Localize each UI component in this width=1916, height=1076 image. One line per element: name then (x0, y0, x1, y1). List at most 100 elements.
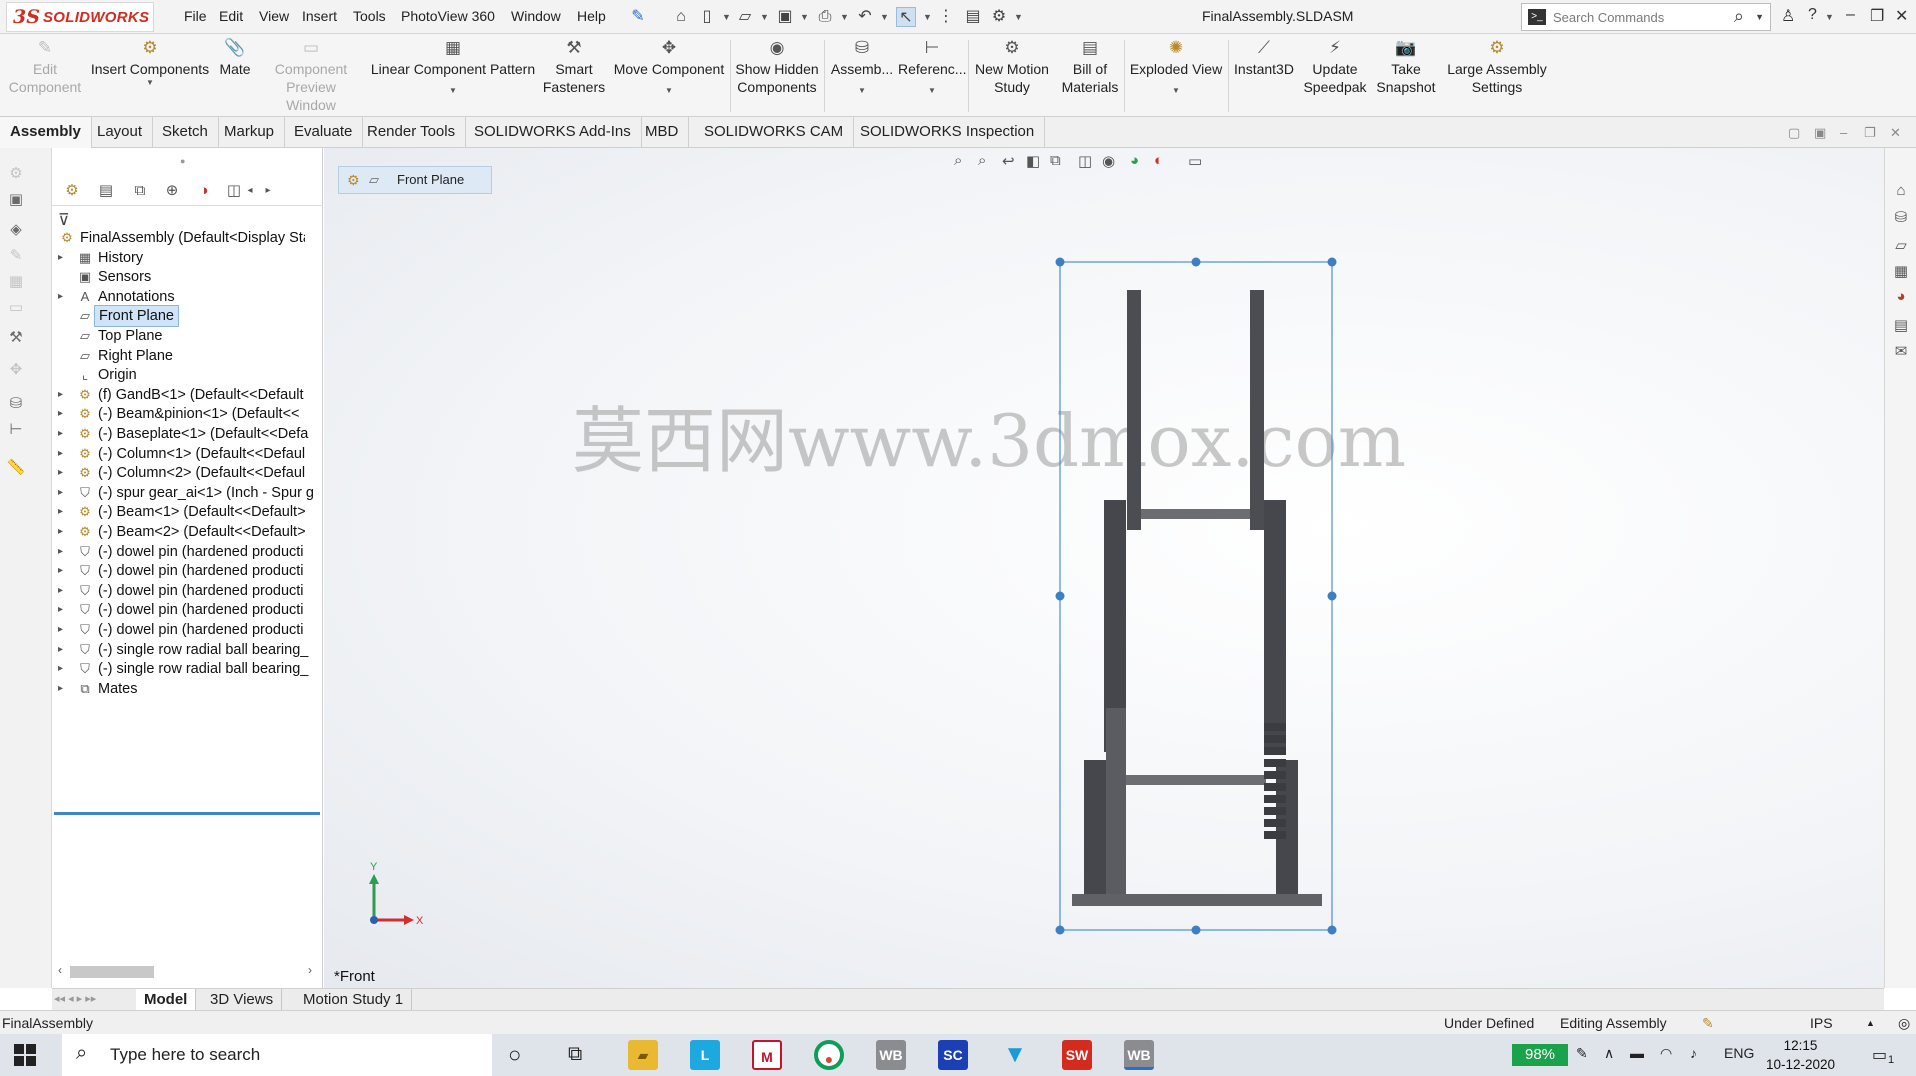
assembly-feature-icon[interactable]: ⛁ (6, 394, 26, 414)
options-gear-icon[interactable]: ⚙ (989, 7, 1009, 27)
splitter-handle[interactable]: ● (180, 156, 185, 166)
take-snapshot-button[interactable]: 📷 Take Snapshot (1374, 38, 1438, 96)
chrome-icon[interactable]: ● (814, 1040, 844, 1070)
notifications-icon[interactable]: ▭ (1872, 1045, 1887, 1065)
save-icon[interactable]: ▣ (775, 7, 795, 27)
tooltip-icon[interactable]: ◎ (1898, 1011, 1910, 1035)
doc-restore-icon[interactable]: ❐ (1864, 125, 1876, 141)
open-folder-icon[interactable]: ▱ (735, 7, 755, 27)
tab-sketch[interactable]: Sketch (152, 117, 219, 148)
chevron-down-icon[interactable]: ▼ (612, 86, 726, 96)
taskbar-search[interactable]: ⌕ Type here to search (62, 1034, 492, 1076)
assembly-features-button[interactable]: ⛁ Assemb... ▼ (828, 38, 896, 96)
spaceclaim-app-icon[interactable]: SC (938, 1040, 968, 1070)
chevron-down-icon[interactable]: ▼ (1825, 12, 1834, 22)
tab-3d-views[interactable]: 3D Views (202, 989, 283, 1011)
battery-icon[interactable]: ▬ (1630, 1045, 1644, 1061)
task-view-icon[interactable]: ⧉ (568, 1043, 582, 1066)
search-commands[interactable]: >_ Search Commands ⌕ ▼ (1521, 3, 1771, 31)
file-explorer-icon[interactable]: ▱ (1892, 236, 1910, 256)
solidworks-logo[interactable]: 3S SOLIDWORKS (6, 2, 154, 32)
menu-edit[interactable]: Edit (219, 8, 243, 24)
menu-photoview[interactable]: PhotoView 360 (401, 8, 495, 24)
expand-arrow-icon[interactable]: ▸ (58, 677, 68, 701)
chevron-down-icon[interactable]: ▼ (880, 12, 889, 22)
rebuild-icon[interactable]: ✎ (1702, 1011, 1714, 1035)
smart-fasteners-button[interactable]: ⚒ Smart Fasteners (540, 38, 608, 96)
scroll-left-icon[interactable]: ‹ (58, 963, 62, 977)
chevron-up-icon[interactable]: ∧ (1604, 1045, 1614, 1062)
mate-icon[interactable]: ✎ (6, 246, 26, 266)
custom-properties-icon[interactable]: ▤ (1892, 316, 1910, 336)
clock[interactable]: 12:15 10-12-2020 (1766, 1036, 1835, 1074)
chevron-down-icon[interactable]: ▼ (760, 12, 769, 22)
battery-indicator[interactable]: 98% (1512, 1044, 1568, 1066)
menu-view[interactable]: View (259, 8, 289, 24)
new-motion-study-button[interactable]: ⚙ New Motion Study (972, 38, 1052, 96)
taskbar-search-input[interactable]: Type here to search (110, 1045, 260, 1065)
chevron-up-icon[interactable]: ▲ (1866, 1011, 1875, 1035)
graphics-area[interactable]: ⚙ ▱ Front Plane ⌕ ⌕ ↩ ◧ ⧉ ◫ ◉ ◕ ◐ ▭ 莫西网w… (324, 148, 1884, 988)
menu-insert[interactable]: Insert (302, 8, 337, 24)
menu-file[interactable]: File (184, 8, 207, 24)
tab-evaluate[interactable]: Evaluate (284, 117, 364, 148)
property-manager-tab-icon[interactable]: ▤ (94, 180, 118, 202)
search-icon[interactable]: ⌕ (1734, 6, 1744, 27)
chevron-down-icon[interactable]: ▼ (840, 12, 849, 22)
app-l-icon[interactable]: L (690, 1040, 720, 1070)
workbench-app-icon[interactable]: WB (876, 1040, 906, 1070)
tab-inspection[interactable]: SOLIDWORKS Inspection (850, 117, 1046, 148)
pattern-icon[interactable]: ▦ (6, 272, 26, 292)
instant3d-button[interactable]: ⟋ Instant3D (1230, 38, 1298, 78)
show-hidden-components-button[interactable]: ◉ Show Hidden Components (734, 38, 820, 96)
mate-button[interactable]: 📎 Mate (215, 38, 255, 78)
help-icon[interactable]: ? (1808, 6, 1817, 24)
configuration-manager-tab-icon[interactable]: ⧉ (128, 180, 152, 202)
linear-pattern-button[interactable]: ▦ Linear Component Pattern ▼ (369, 38, 537, 96)
tree-item[interactable]: ▸ ⧉ Mates (52, 677, 323, 701)
home-icon[interactable]: ⌂ (671, 7, 691, 27)
preview-icon[interactable]: ▭ (6, 298, 26, 318)
tab-render-tools[interactable]: Render Tools (357, 117, 467, 148)
reference-icon[interactable]: ⊢ (6, 420, 26, 440)
fastener-icon[interactable]: ⚒ (6, 328, 26, 348)
insert-components-button[interactable]: ⚙ Insert Components ▼ (90, 38, 210, 88)
cortana-icon[interactable]: ○ (508, 1042, 521, 1068)
restore-icon[interactable]: ❐ (1870, 6, 1884, 26)
wifi-icon[interactable]: ◠ (1660, 1045, 1672, 1062)
undo-icon[interactable]: ↶ (855, 7, 875, 27)
tab-mbd[interactable]: MBD (635, 117, 690, 148)
select-arrow-icon[interactable]: ↖ (896, 7, 916, 27)
menu-tools[interactable]: Tools (353, 8, 386, 24)
design-library-icon[interactable]: ⛁ (1892, 208, 1910, 228)
tab-markup[interactable]: Markup (214, 117, 286, 148)
forum-icon[interactable]: ✉ (1892, 342, 1910, 362)
feature-manager-tab-icon[interactable]: ⚙ (60, 180, 84, 202)
doc-close-icon[interactable]: ✕ (1890, 125, 1901, 141)
mcafee-icon[interactable]: M (752, 1040, 782, 1070)
tab-addins[interactable]: SOLIDWORKS Add-Ins (464, 117, 642, 148)
chevron-down-icon[interactable]: ▼ (722, 12, 731, 22)
chevron-down-icon[interactable]: ▼ (800, 12, 809, 22)
user-icon[interactable]: ♙ (1781, 6, 1795, 26)
chevron-right-icon[interactable]: ▸ (256, 180, 280, 202)
display-manager-tab-icon[interactable]: ◑ (192, 180, 216, 202)
language-indicator[interactable]: ENG (1724, 1045, 1754, 1061)
chevron-down-icon[interactable]: ▼ (828, 86, 896, 96)
tab-assembly[interactable]: Assembly (0, 117, 92, 148)
horizontal-scrollbar[interactable]: ‹ › (58, 963, 318, 979)
solidworks-app-icon[interactable]: SW (1062, 1040, 1092, 1070)
view-palette-icon[interactable]: ▦ (1892, 262, 1910, 282)
chevron-down-icon[interactable]: ▼ (1755, 12, 1764, 22)
scroll-thumb[interactable] (70, 966, 154, 978)
component-icon[interactable]: ▣ (6, 190, 26, 210)
print-icon[interactable]: ⎙ (815, 7, 835, 27)
reference-geometry-button[interactable]: ⊢ Referenc... ▼ (898, 38, 966, 96)
tab-model[interactable]: Model (136, 989, 197, 1011)
dimxpert-tab-icon[interactable]: ⊕ (160, 180, 184, 202)
chevron-down-icon[interactable]: ▼ (369, 86, 537, 96)
volume-icon[interactable]: ♪ (1690, 1045, 1697, 1061)
appearances-icon[interactable]: ◕ (1892, 288, 1910, 308)
pane-cascade-icon[interactable]: ▣ (1814, 125, 1826, 141)
windows-start-icon[interactable] (14, 1044, 36, 1066)
